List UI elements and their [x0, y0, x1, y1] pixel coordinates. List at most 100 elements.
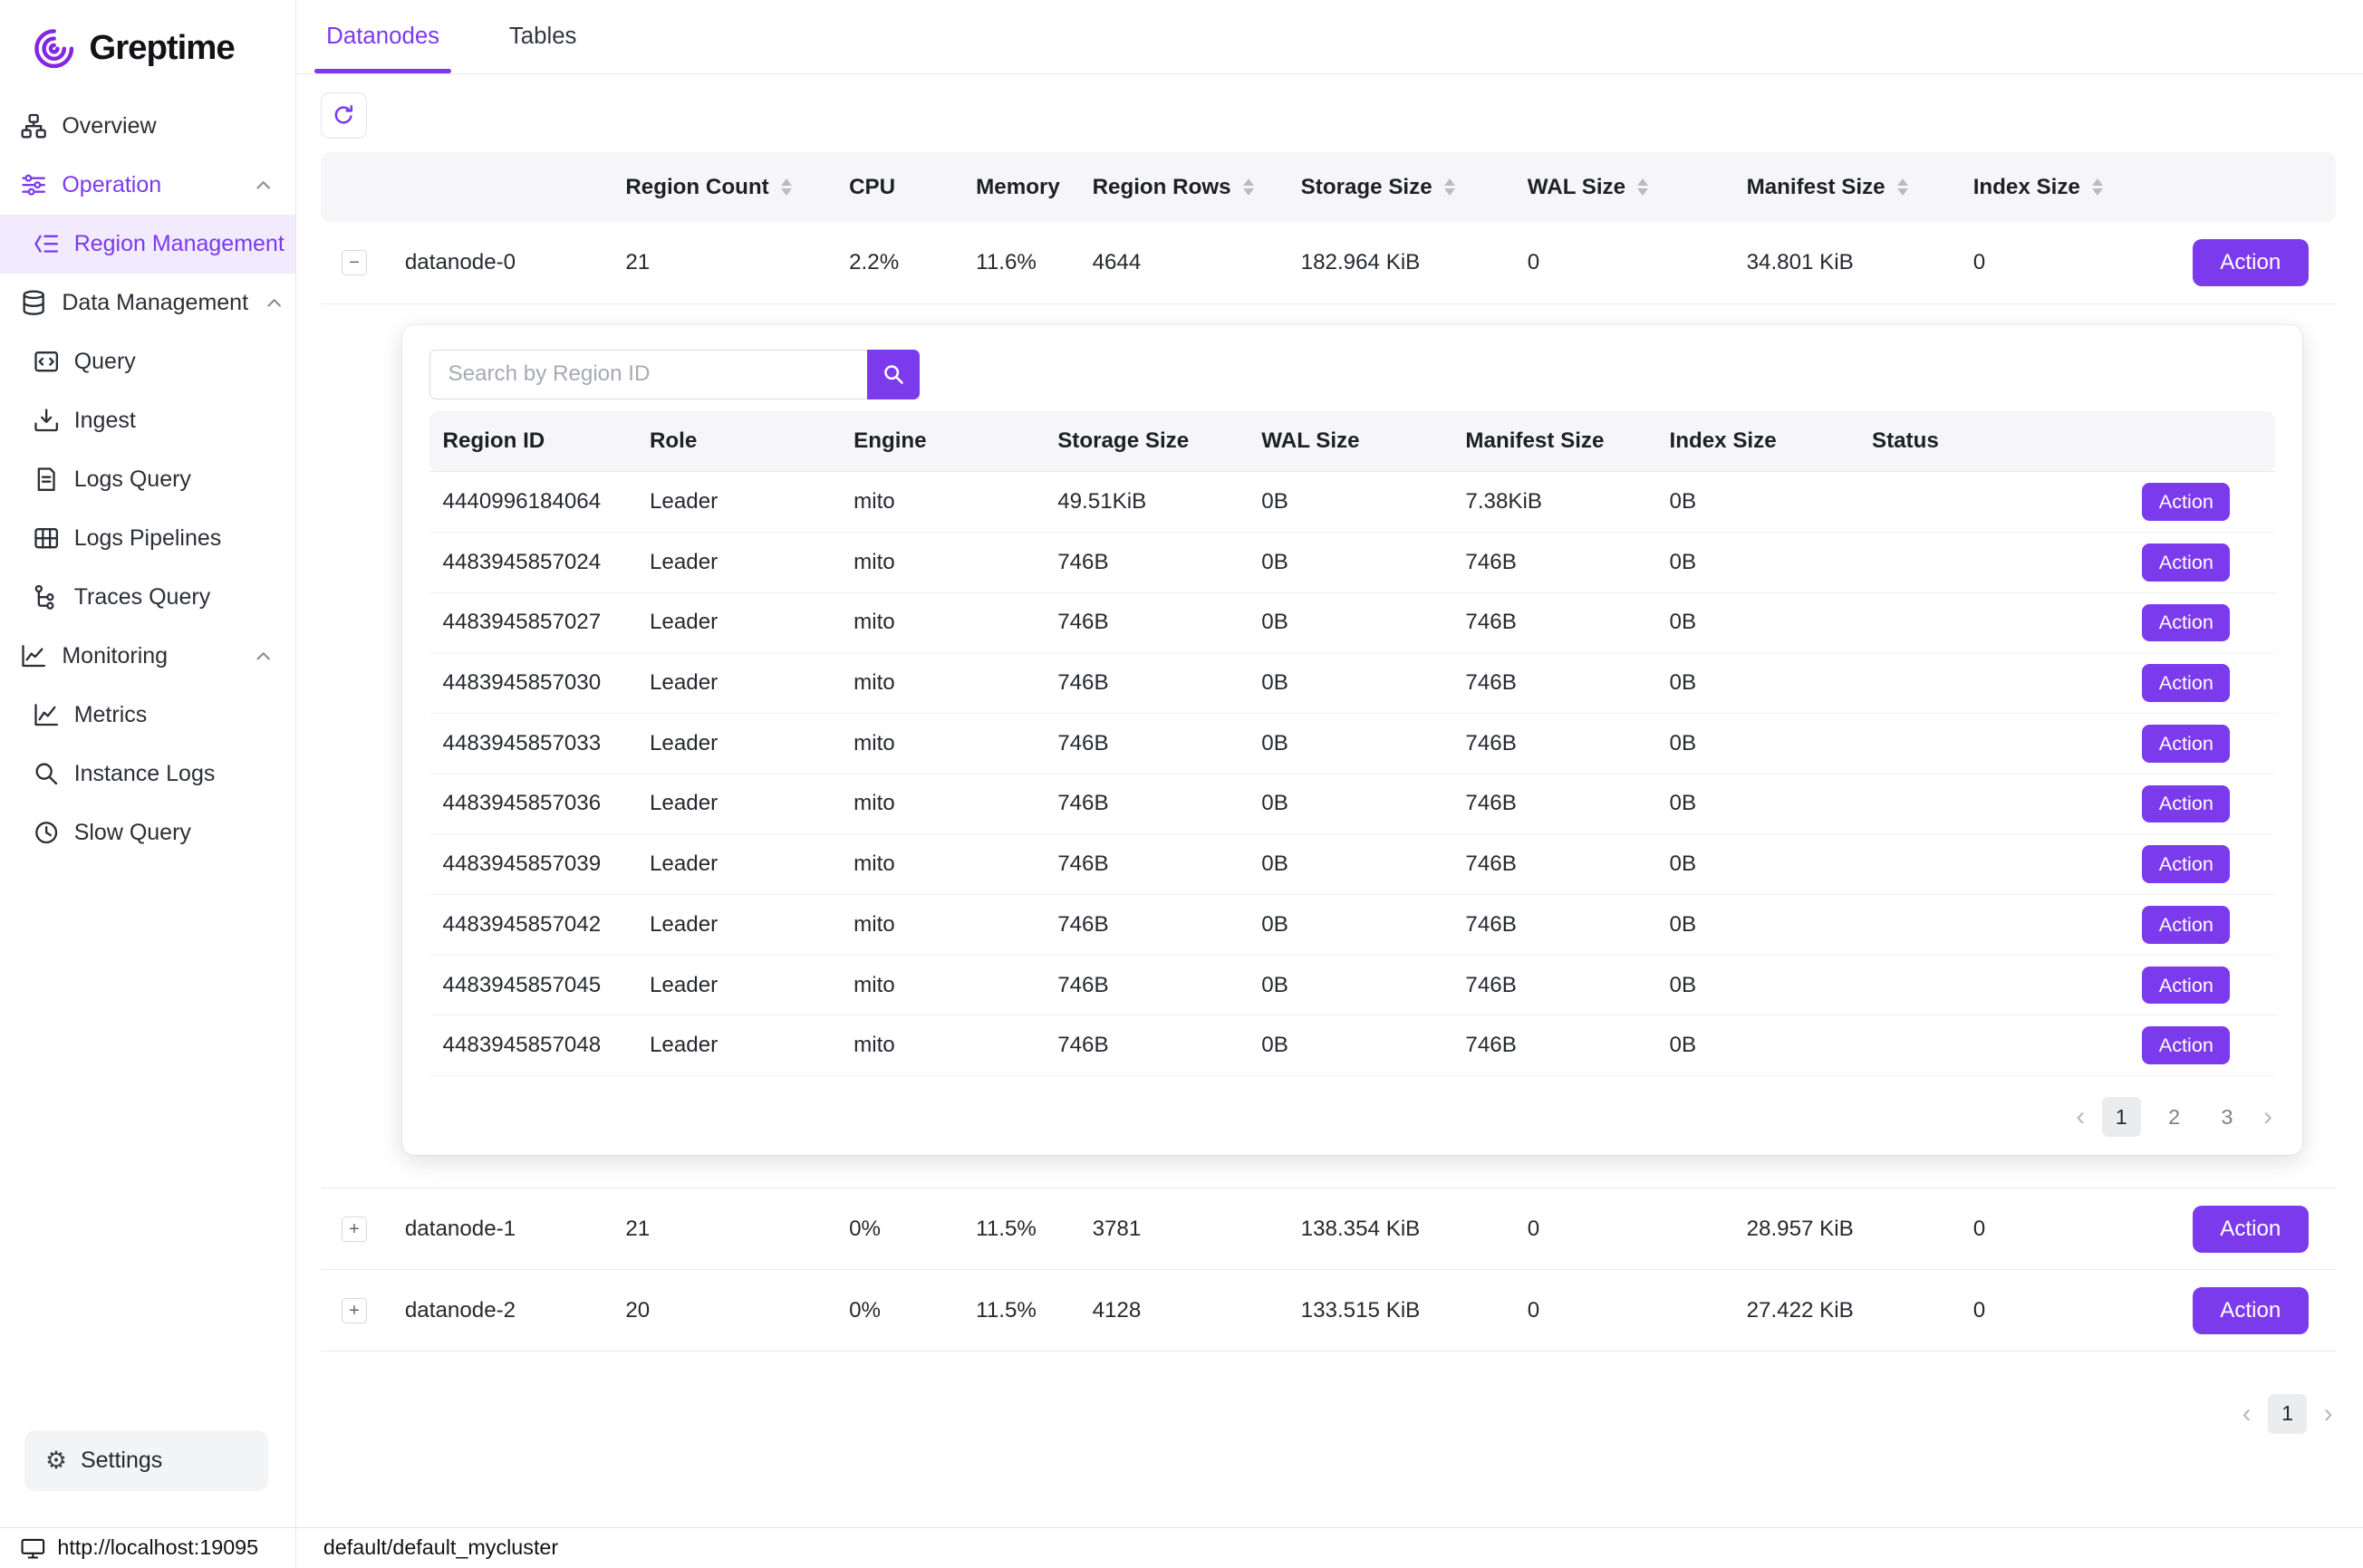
- sidebar-group-data-management[interactable]: Data Management: [0, 274, 295, 332]
- page-button-2[interactable]: 2: [2155, 1097, 2194, 1136]
- refresh-button[interactable]: [321, 92, 368, 139]
- search-button[interactable]: [867, 350, 920, 399]
- tab-datanodes[interactable]: Datanodes: [326, 0, 439, 73]
- region-action-button[interactable]: Action: [2142, 725, 2230, 763]
- status-cell: [1858, 834, 2055, 895]
- datanode-action-button[interactable]: Action: [2193, 1287, 2309, 1334]
- gear-icon: ⚙: [45, 1448, 67, 1473]
- column-header-wal-size[interactable]: WAL Size: [1506, 152, 1725, 222]
- manifest-size-cell: 746B: [1452, 955, 1655, 1015]
- chevron-up-icon: [253, 175, 274, 196]
- settings-button[interactable]: ⚙ Settings: [24, 1430, 268, 1491]
- engine-cell: mito: [840, 894, 1044, 955]
- region-management-icon: [34, 231, 59, 256]
- region-action-button[interactable]: Action: [2142, 845, 2230, 883]
- traces-query-icon: [34, 584, 59, 610]
- region-action-button[interactable]: Action: [2142, 664, 2230, 702]
- prev-page-icon[interactable]: ‹: [2073, 1103, 2088, 1130]
- logs-pipelines-icon: [34, 525, 59, 551]
- expand-row-button[interactable]: +: [342, 1217, 367, 1242]
- region-action-button[interactable]: Action: [2142, 1026, 2230, 1064]
- region-action-button[interactable]: Action: [2142, 906, 2230, 944]
- storage-size-cell: 746B: [1044, 894, 1248, 955]
- prev-page-icon[interactable]: ‹: [2239, 1400, 2254, 1428]
- region-id-cell: 4483945857030: [429, 653, 636, 714]
- region-search-input[interactable]: [429, 350, 868, 399]
- column-header-region-rows[interactable]: Region Rows: [1071, 152, 1279, 222]
- datanodes-pagination: ‹ 1 ›: [321, 1394, 2336, 1433]
- query-icon: [34, 349, 59, 374]
- sidebar-item-traces-query[interactable]: Traces Query: [0, 568, 295, 627]
- column-header-role: Role: [636, 411, 840, 472]
- region-search: [429, 350, 2276, 399]
- region-action-button[interactable]: Action: [2142, 483, 2230, 521]
- collapse-row-button[interactable]: −: [342, 250, 367, 275]
- sidebar-item-label: Instance Logs: [74, 761, 216, 787]
- storage-size-cell: 746B: [1044, 774, 1248, 834]
- sidebar-item-logs-pipelines[interactable]: Logs Pipelines: [0, 509, 295, 568]
- region-row: 4483945857048 Leader mito 746B 0B 746B 0…: [429, 1015, 2276, 1076]
- index-size-cell: 0: [1952, 1270, 2148, 1352]
- page-button-3[interactable]: 3: [2207, 1097, 2246, 1136]
- expand-row-button[interactable]: +: [342, 1298, 367, 1323]
- datanodes-header-row: Region Count CPU Memory Region Rows Stor…: [321, 152, 2336, 222]
- server-url: http://localhost:19095: [57, 1535, 258, 1560]
- next-page-icon[interactable]: ›: [2261, 1103, 2276, 1130]
- sidebar-group-operation[interactable]: Operation: [0, 156, 295, 215]
- next-page-icon[interactable]: ›: [2320, 1400, 2336, 1428]
- wal-size-cell: 0B: [1248, 532, 1452, 592]
- region-id-cell: 4483945857036: [429, 774, 636, 834]
- status-cell: [1858, 894, 2055, 955]
- column-header-cpu[interactable]: CPU: [828, 152, 955, 222]
- column-header-storage-size[interactable]: Storage Size: [1279, 152, 1506, 222]
- region-action-button[interactable]: Action: [2142, 544, 2230, 582]
- manifest-size-cell: 746B: [1452, 774, 1655, 834]
- sidebar-item-metrics[interactable]: Metrics: [0, 686, 295, 745]
- status-cell: [1858, 1015, 2055, 1076]
- chevron-up-icon: [264, 293, 285, 313]
- role-cell: Leader: [636, 834, 840, 895]
- search-icon: [883, 363, 905, 386]
- app-window: Greptime Overview Operation: [0, 0, 2363, 1527]
- sidebar-item-slow-query[interactable]: Slow Query: [0, 803, 295, 862]
- column-header-region-count[interactable]: Region Count: [604, 152, 828, 222]
- sidebar-item-ingest[interactable]: Ingest: [0, 391, 295, 450]
- datanode-action-button[interactable]: Action: [2193, 1206, 2309, 1253]
- storage-size-cell: 746B: [1044, 592, 1248, 653]
- settings-label: Settings: [81, 1448, 162, 1474]
- page-button-1[interactable]: 1: [2102, 1097, 2141, 1136]
- wal-size-cell: 0: [1506, 1188, 1725, 1270]
- column-header-manifest-size: Manifest Size: [1452, 411, 1655, 472]
- sidebar-item-query[interactable]: Query: [0, 332, 295, 391]
- storage-size-cell: 746B: [1044, 1015, 1248, 1076]
- wal-size-cell: 0B: [1248, 1015, 1452, 1076]
- index-size-cell: 0B: [1656, 713, 1858, 774]
- column-header-memory[interactable]: Memory: [955, 152, 1071, 222]
- datanode-action-button[interactable]: Action: [2193, 239, 2309, 286]
- engine-cell: mito: [840, 532, 1044, 592]
- datanode-name-cell: datanode-2: [384, 1270, 604, 1352]
- region-row: 4483945857039 Leader mito 746B 0B 746B 0…: [429, 834, 2276, 895]
- region-action-button[interactable]: Action: [2142, 604, 2230, 642]
- memory-cell: 11.6%: [955, 222, 1071, 303]
- sidebar-item-instance-logs[interactable]: Instance Logs: [0, 745, 295, 803]
- region-id-cell: 4483945857024: [429, 532, 636, 592]
- status-cell: [1858, 955, 2055, 1015]
- sidebar-item-region-management[interactable]: Region Management: [0, 215, 295, 274]
- region-row: 4483945857033 Leader mito 746B 0B 746B 0…: [429, 713, 2276, 774]
- page-button-1[interactable]: 1: [2268, 1394, 2307, 1433]
- sidebar-group-monitoring[interactable]: Monitoring: [0, 627, 295, 686]
- column-header-manifest-size[interactable]: Manifest Size: [1725, 152, 1952, 222]
- engine-cell: mito: [840, 774, 1044, 834]
- tab-tables[interactable]: Tables: [509, 0, 577, 73]
- sidebar-item-overview[interactable]: Overview: [0, 97, 295, 156]
- column-header-index-size[interactable]: Index Size: [1952, 152, 2148, 222]
- sidebar-item-logs-query[interactable]: Logs Query: [0, 450, 295, 509]
- region-action-button[interactable]: Action: [2142, 967, 2230, 1005]
- greptime-logo[interactable]: Greptime: [0, 18, 295, 97]
- tab-bar: Datanodes Tables: [296, 0, 2363, 74]
- region-action-button[interactable]: Action: [2142, 785, 2230, 823]
- sidebar-group-label: Operation: [62, 172, 161, 198]
- storage-size-cell: 746B: [1044, 713, 1248, 774]
- wal-size-cell: 0B: [1248, 834, 1452, 895]
